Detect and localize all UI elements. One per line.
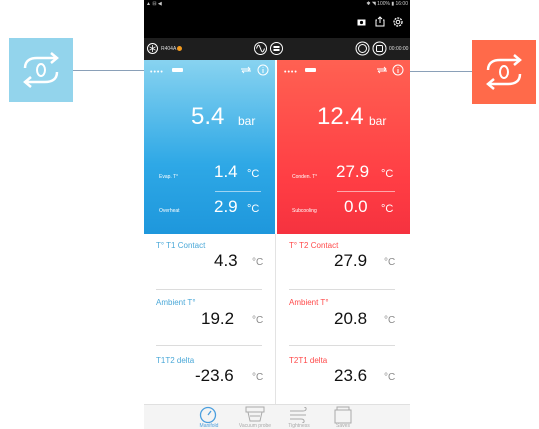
overheat-unit: °C — [247, 203, 260, 215]
battery-icon — [305, 68, 316, 72]
sensor-unit: °C — [384, 372, 396, 383]
zero-reset-icon — [23, 52, 59, 88]
refrigerant-indicator — [177, 46, 182, 51]
zero-reset-icon[interactable] — [240, 65, 252, 75]
evap-value: 1.4 — [214, 162, 238, 181]
low-pressure-panel: •••• 5.4 bar Evap. T° 1.4 °C Overheat 2.… — [144, 60, 275, 234]
toolbar: R404A 00:00:00 — [144, 38, 410, 60]
subcooling-label: Subcooling — [292, 208, 317, 214]
sensor-column-divider — [275, 234, 276, 406]
battery-icon — [172, 68, 183, 72]
high-pressure-unit: bar — [369, 114, 387, 128]
probe-icon[interactable] — [270, 42, 283, 55]
tab-label: Tightness — [288, 423, 310, 429]
sensor-unit: °C — [252, 372, 264, 383]
evap-label: Evap. T° — [159, 174, 179, 180]
sensor-value: 4.3 — [214, 251, 238, 270]
tab-label: Manifold — [199, 423, 219, 429]
signal-dots: •••• — [150, 69, 164, 76]
bottom-tab-bar: Manifold Vacuum probe Tightness Saves — [144, 404, 410, 429]
top-app-bar — [144, 8, 410, 38]
phone-screen: ▲ ⊟ ◀ ✱ ◥ 100% ▮ 16:00 R404A 00:00:00 ••… — [144, 0, 410, 429]
sensor-value: 27.9 — [334, 251, 368, 270]
conden-unit: °C — [381, 168, 394, 180]
subcooling-value: 0.0 — [344, 197, 368, 216]
sensor-unit: °C — [252, 315, 264, 326]
refrigerant-label[interactable]: R404A — [161, 46, 176, 52]
sensor-unit: °C — [384, 315, 396, 326]
high-pressure-panel: •••• 12.4 bar Conden. T° 27.9 °C Subcool… — [277, 60, 410, 234]
overheat-value: 2.9 — [214, 197, 238, 216]
zero-reset-callout-right — [472, 40, 536, 104]
overheat-label: Overheat — [159, 208, 180, 214]
record-icon[interactable] — [355, 41, 370, 56]
zero-reset-callout-left — [9, 38, 73, 102]
zero-reset-icon[interactable] — [376, 65, 388, 75]
sensor-unit: °C — [252, 257, 264, 268]
status-right: ✱ ◥ 100% ▮ 16:00 — [366, 1, 408, 7]
signal-dots: •••• — [284, 69, 298, 76]
tab-label: Vacuum probe — [238, 423, 272, 429]
snowflake-icon[interactable] — [147, 43, 158, 54]
wave-icon[interactable] — [254, 42, 267, 55]
low-pressure-unit: bar — [238, 114, 256, 128]
wind-icon — [290, 407, 307, 423]
evap-unit: °C — [247, 168, 260, 180]
sensor-value: 20.8 — [334, 309, 368, 328]
sensor-value: 19.2 — [201, 309, 235, 328]
row-divider — [156, 289, 262, 290]
sensor-label: T2T1 delta — [289, 356, 328, 365]
row-divider — [156, 345, 262, 346]
share-icon[interactable] — [375, 16, 385, 27]
info-icon[interactable] — [392, 64, 404, 76]
gauge-icon — [199, 406, 217, 424]
low-pressure-value: 5.4 — [191, 103, 225, 130]
row-divider — [289, 289, 395, 290]
sensor-label: T° T2 Contact — [289, 241, 339, 250]
timer-display: 00:00:00 — [389, 46, 409, 52]
high-pressure-value: 12.4 — [317, 103, 364, 130]
row-divider — [289, 345, 395, 346]
zero-reset-icon — [486, 54, 522, 90]
settings-icon[interactable] — [392, 16, 404, 28]
folder-icon — [334, 406, 352, 424]
conden-value: 27.9 — [336, 162, 370, 181]
info-icon[interactable] — [257, 64, 269, 76]
stop-icon[interactable] — [372, 41, 387, 56]
divider-line — [337, 191, 395, 192]
subcooling-unit: °C — [381, 203, 394, 215]
status-bar: ▲ ⊟ ◀ ✱ ◥ 100% ▮ 16:00 — [144, 0, 410, 8]
sensor-value: 23.6 — [334, 366, 368, 385]
camera-icon[interactable] — [357, 18, 366, 26]
sensor-label: T1T2 delta — [156, 356, 195, 365]
sensor-value: -23.6 — [195, 366, 234, 385]
status-left: ▲ ⊟ ◀ — [146, 1, 162, 7]
sensor-unit: °C — [384, 257, 396, 268]
sensor-label: Ambient T° — [289, 298, 329, 307]
vacuum-icon — [245, 406, 265, 422]
tab-label: Saves — [336, 423, 350, 429]
conden-label: Conden. T° — [292, 174, 318, 180]
sensor-label: T° T1 Contact — [156, 241, 206, 250]
sensor-label: Ambient T° — [156, 298, 196, 307]
divider-line — [215, 191, 261, 192]
